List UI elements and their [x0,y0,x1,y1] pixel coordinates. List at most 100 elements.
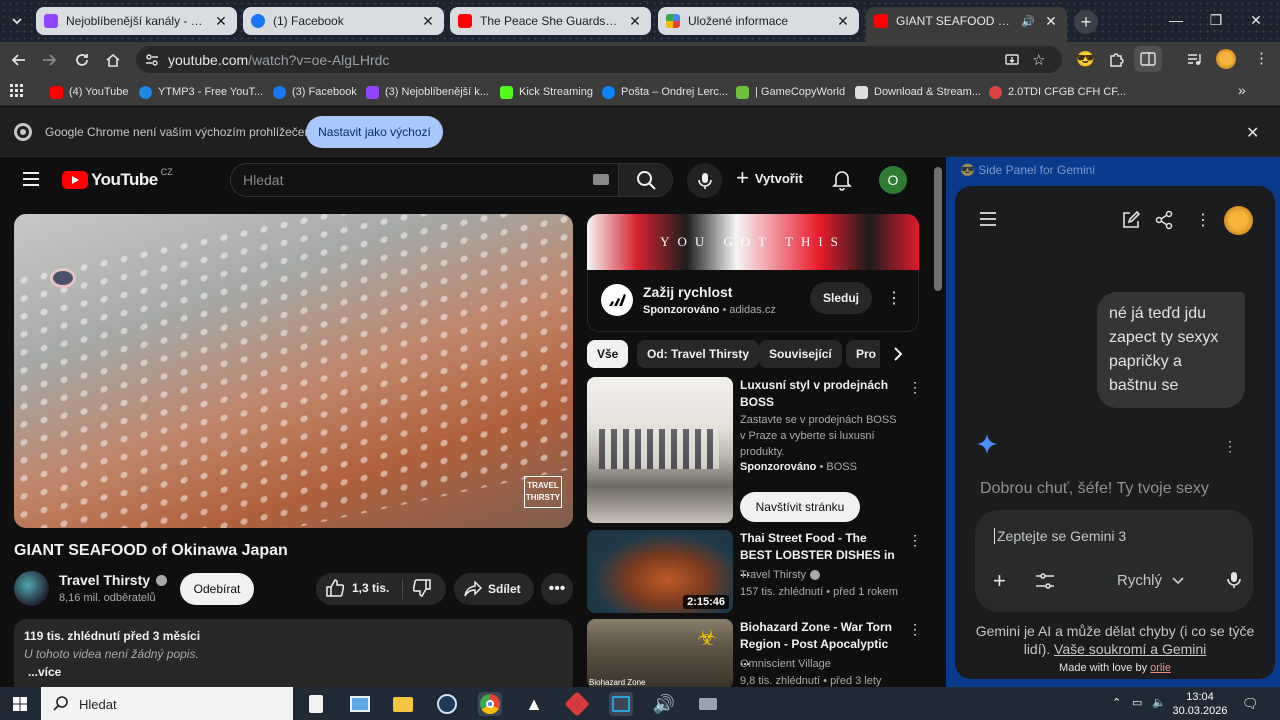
biohazard-thumbnail[interactable]: ☣ Biohazard Zone [587,619,733,687]
ad-banner-image[interactable]: YOU GOT THIS [587,214,919,270]
bookmark-download-stream[interactable]: Download & Stream... [855,83,981,101]
tab-twitch[interactable]: Nejoblíbenější kanály - Twitch ✕ [36,7,237,35]
ad-follow-button[interactable]: Sleduj [810,282,872,314]
gemini-prompt-input[interactable]: Zeptejte se Gemini 3 [994,528,1126,544]
restore-button[interactable]: ❐ [1206,12,1226,29]
add-attachment-plus-icon[interactable]: + [993,568,1006,594]
close-tab-icon[interactable]: ✕ [835,13,851,30]
channel-watermark[interactable]: TRAVEL THIRSTY [524,476,562,508]
site-info-icon[interactable] [144,52,160,71]
share-button[interactable]: Sdílet [454,573,534,605]
sponsored-recommendation[interactable]: Luxusní styl v prodejnách BOSS Zastavte … [587,377,922,527]
close-window-button[interactable]: ✕ [1246,12,1266,29]
search-input[interactable]: Hledat [230,163,619,197]
taskbar-snipping-icon[interactable] [609,692,633,716]
chips-next-chevron-icon[interactable] [886,342,910,366]
bookmark-star-icon[interactable]: ☆ [1032,51,1045,69]
bookmark-ytmp3[interactable]: YTMP3 - Free YouT... [139,83,263,101]
bookmark-youtube[interactable]: (4) YouTube [50,83,129,101]
channel-avatar[interactable] [14,571,49,606]
rec-menu-dots-icon[interactable]: ⋮ [908,532,922,549]
bookmark-gamecopyworld[interactable]: | GameCopyWorld [736,83,845,101]
dislike-button[interactable] [412,579,431,602]
search-button[interactable] [619,163,673,197]
extensions-puzzle-icon[interactable] [1108,50,1126,73]
new-chat-edit-icon[interactable] [1121,210,1141,235]
video-player[interactable]: TRAVEL THIRSTY [14,214,573,528]
boss-store-thumbnail[interactable] [587,377,733,523]
back-button[interactable] [8,49,30,71]
new-tab-button[interactable]: + [1074,10,1098,34]
model-mode-dropdown[interactable]: Rychlý [1117,572,1184,589]
rec-menu-dots-icon[interactable]: ⋮ [908,379,922,396]
side-panel-icon[interactable] [1134,46,1162,72]
tab-facebook[interactable]: (1) Facebook ✕ [243,7,444,35]
gemini-menu-icon[interactable] [979,212,997,231]
close-tab-icon[interactable]: ✕ [627,13,643,30]
recommendation-item[interactable]: 2:15:46 Thai Street Food - The BEST LOBS… [587,530,922,614]
visit-site-button[interactable]: Navštívit stránku [740,492,860,522]
taskbar-red-app-icon[interactable] [564,691,590,717]
system-clock[interactable]: 13:04 30.03.2026 [1172,690,1228,718]
rec-channel[interactable]: Travel Thirsty [740,567,900,583]
share-icon[interactable] [1155,210,1173,235]
recommendation-item[interactable]: ☣ Biohazard Zone Biohazard Zone - War To… [587,619,922,687]
extension-emoji-icon[interactable]: 😎 [1076,50,1095,68]
profile-avatar[interactable] [1216,49,1236,69]
gemini-more-dots-icon[interactable]: ⋮ [1195,210,1211,230]
gemini-profile-avatar[interactable] [1224,206,1253,235]
tools-sliders-icon[interactable] [1035,572,1055,595]
taskbar-file-explorer-icon[interactable] [391,692,415,716]
media-controls-icon[interactable] [1186,51,1202,72]
notifications-icon[interactable]: 🗨 [1242,696,1259,712]
keyboard-icon[interactable] [593,174,609,185]
lobster-thumbnail[interactable]: 2:15:46 [587,530,733,613]
notifications-bell-icon[interactable] [832,169,852,196]
set-default-button[interactable]: Nastavit jako výchozí [306,116,443,148]
tab-search-chevron-icon[interactable] [6,10,28,32]
more-actions-button[interactable]: ••• [541,573,573,605]
tab-youtube-ambient[interactable]: The Peace She Guards | Ambien ✕ [450,7,651,35]
install-app-icon[interactable] [1004,52,1020,71]
taskbar-chrome-icon[interactable] [478,692,502,716]
taskbar-audio-icon[interactable]: 🔊 [652,692,676,716]
address-bar[interactable]: youtube.com/watch?v=oe-AlgLHrdc ☆ [136,46,1062,73]
rec-menu-dots-icon[interactable]: ⋮ [908,621,922,638]
like-button[interactable]: 1,3 tis. [326,579,389,597]
subscribe-button[interactable]: Odebírat [180,573,254,605]
show-more-link[interactable]: ...více [28,665,563,679]
reload-button[interactable] [71,49,93,71]
taskbar-triangle-app-icon[interactable]: ▲ [522,692,546,716]
taskbar-photos-icon[interactable] [348,692,372,716]
bookmark-kick[interactable]: Kick Streaming [500,83,593,101]
close-infobar-icon[interactable]: ✕ [1246,123,1259,143]
tray-chevron-up-icon[interactable]: ⌃ [1112,696,1121,709]
bookmark-tdi[interactable]: 2.0TDI CFGB CFH CF... [989,83,1126,101]
bookmark-mail[interactable]: Pošta – Ondrej Lerc... [602,83,728,101]
taskbar-file-icon[interactable] [304,692,328,716]
privacy-link[interactable]: Vaše soukromí a Gemini [1054,641,1206,657]
tab-saved-info[interactable]: Uložené informace ✕ [658,7,859,35]
author-link[interactable]: orlie [1150,662,1171,674]
chip-from-channel[interactable]: Od: Travel Thirsty [637,340,760,368]
home-button[interactable] [102,49,124,71]
chip-all[interactable]: Vše [587,340,629,368]
taskbar-steam-icon[interactable] [435,692,459,716]
minimize-button[interactable]: — [1166,12,1186,28]
tray-display-icon[interactable]: ▭ [1132,696,1142,709]
channel-name[interactable]: Travel Thirsty [59,572,168,588]
tab-giant-seafood[interactable]: GIANT SEAFOOD of Okinaw 🔊 ✕ [866,7,1067,42]
bookmark-facebook[interactable]: (3) Facebook [273,83,357,101]
apps-grid-icon[interactable] [10,84,24,103]
page-scrollbar[interactable] [934,167,942,291]
bookmark-twitch[interactable]: (3) Nejoblíbenější k... [366,83,489,101]
ad-menu-dots-icon[interactable]: ⋮ [886,288,902,308]
taskbar-network-drive-icon[interactable] [696,692,720,716]
chip-more[interactable]: Pro [846,340,880,368]
ad-card[interactable]: Zažij rychlost Sponzorováno • adidas.cz … [587,270,919,332]
description-box[interactable]: 119 tis. zhlédnutí před 3 měsíci U tohot… [14,619,573,687]
menu-dots-icon[interactable]: ⋮ [1254,49,1269,67]
close-tab-icon[interactable]: ✕ [1043,13,1059,30]
youtube-logo[interactable]: YouTube CZ [62,167,173,190]
more-bookmarks-chevron-icon[interactable]: » [1238,82,1246,98]
